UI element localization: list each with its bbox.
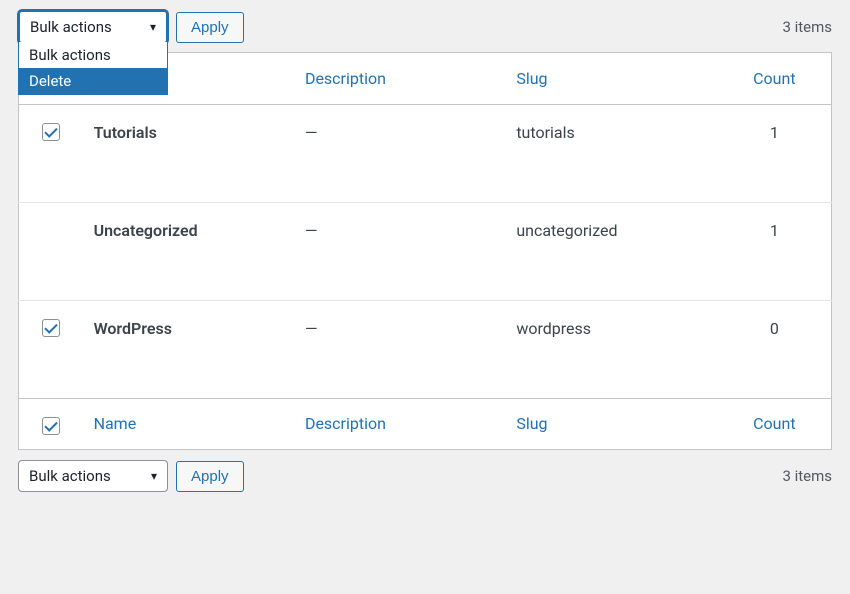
category-slug: tutorials [506, 104, 717, 202]
category-description: — [295, 104, 506, 202]
bulk-actions-dropdown: Bulk actions Delete [18, 42, 168, 95]
category-count[interactable]: 1 [718, 202, 832, 300]
footer-count[interactable]: Count [718, 398, 832, 450]
header-description[interactable]: Description [295, 53, 506, 105]
table-row: WordPress — wordpress 0 [19, 300, 832, 398]
row-checkbox-cell[interactable] [19, 202, 84, 300]
bulk-select-label: Bulk actions [29, 467, 111, 485]
items-count: 3 items [782, 18, 832, 36]
category-slug: uncategorized [506, 202, 717, 300]
toolbar-left: Bulk actions ▾ Bulk actions Delete Apply [18, 10, 244, 44]
header-slug[interactable]: Slug [506, 53, 717, 105]
category-description: — [295, 300, 506, 398]
table-row: Tutorials — tutorials 1 [19, 104, 832, 202]
select-all-checkbox[interactable] [42, 417, 60, 435]
toolbar-left: Bulk actions ▾ Apply [18, 460, 244, 492]
row-checkbox-cell[interactable] [19, 300, 84, 398]
row-checkbox[interactable] [42, 319, 60, 337]
footer-description[interactable]: Description [295, 398, 506, 450]
chevron-down-icon: ▾ [150, 20, 156, 34]
dropdown-option-delete[interactable]: Delete [19, 68, 167, 94]
category-count[interactable]: 1 [718, 104, 832, 202]
table-footer-row: Name Description Slug Count [19, 398, 832, 450]
bulk-actions-select-bottom[interactable]: Bulk actions ▾ [18, 460, 168, 492]
category-name[interactable]: WordPress [84, 300, 295, 398]
bulk-select-label: Bulk actions [30, 18, 112, 36]
dropdown-option-bulk-actions[interactable]: Bulk actions [19, 42, 167, 68]
apply-button-bottom[interactable]: Apply [176, 461, 244, 492]
chevron-down-icon: ▾ [151, 469, 157, 483]
table-row: Uncategorized — uncategorized 1 [19, 202, 832, 300]
category-slug: wordpress [506, 300, 717, 398]
row-checkbox[interactable] [42, 123, 60, 141]
header-count[interactable]: Count [718, 53, 832, 105]
bulk-actions-select[interactable]: Bulk actions ▾ Bulk actions Delete [18, 10, 168, 44]
top-toolbar: Bulk actions ▾ Bulk actions Delete Apply… [18, 10, 832, 44]
category-name[interactable]: Uncategorized [84, 202, 295, 300]
row-checkbox-cell[interactable] [19, 104, 84, 202]
items-count-bottom: 3 items [782, 467, 832, 485]
bottom-toolbar: Bulk actions ▾ Apply 3 items [18, 460, 832, 492]
apply-button[interactable]: Apply [176, 12, 244, 43]
footer-name[interactable]: Name [84, 398, 295, 450]
category-name[interactable]: Tutorials [84, 104, 295, 202]
footer-slug[interactable]: Slug [506, 398, 717, 450]
category-count[interactable]: 0 [718, 300, 832, 398]
category-description: — [295, 202, 506, 300]
table-body: Tutorials — tutorials 1 Uncategorized — … [19, 104, 832, 398]
select-all-footer[interactable] [19, 398, 84, 450]
categories-table: Name Description Slug Count Tutorials — … [18, 52, 832, 450]
